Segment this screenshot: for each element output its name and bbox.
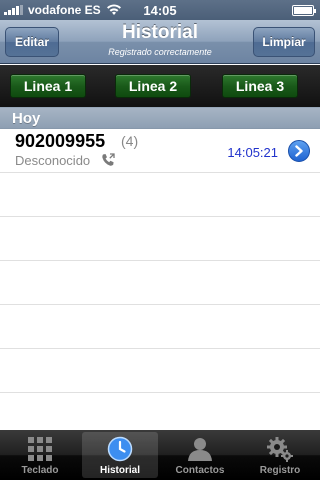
tab-history[interactable]: Historial (82, 432, 158, 478)
phone-icon (102, 153, 115, 166)
clear-button[interactable]: Limpiar (253, 27, 315, 57)
empty-row (0, 393, 320, 430)
gear-icon (267, 437, 293, 462)
tab-contacts[interactable]: Contactos (162, 432, 238, 478)
call-count: (4) (121, 133, 139, 149)
page-title: Historial (121, 22, 199, 43)
tab-label: Contactos (175, 465, 225, 476)
call-time: 14:05:21 (227, 145, 278, 160)
battery-icon (292, 5, 316, 16)
line-3-button[interactable]: Linea 3 (222, 74, 298, 98)
chevron-right-icon (295, 145, 303, 157)
line-selector-bar: Linea 1 Linea 2 Linea 3 (0, 65, 320, 107)
clock-icon (107, 436, 133, 462)
contact-icon (188, 438, 212, 461)
navigation-bar: Editar Historial Registrado correctament… (0, 20, 320, 64)
section-header-today: Hoy (0, 107, 320, 129)
status-bar: vodafone ES 14:05 (0, 0, 320, 20)
page-subtitle: Registrado correctamente (108, 47, 212, 57)
status-time: 14:05 (143, 2, 177, 18)
tab-label: Teclado (21, 465, 59, 476)
empty-row (0, 261, 320, 305)
empty-row (0, 173, 320, 217)
empty-row (0, 349, 320, 393)
line-2-button[interactable]: Linea 2 (115, 74, 191, 98)
empty-row (0, 305, 320, 349)
call-number: 902009955 (15, 131, 106, 151)
edit-button[interactable]: Editar (5, 27, 59, 57)
tab-bar: Teclado Historial Contactos Registro (0, 430, 320, 480)
tab-label: Historial (99, 465, 140, 476)
tab-registro[interactable]: Registro (242, 432, 318, 478)
call-label: Desconocido (15, 153, 91, 168)
call-list[interactable]: 902009955 (4) Desconocido 14:05:21 (0, 129, 320, 430)
line-1-button[interactable]: Linea 1 (10, 74, 86, 98)
tab-keypad[interactable]: Teclado (2, 432, 78, 478)
detail-disclosure-button[interactable] (288, 140, 310, 162)
keypad-icon (28, 437, 52, 461)
tab-label: Registro (259, 465, 301, 476)
call-row[interactable]: 902009955 (4) Desconocido 14:05:21 (0, 129, 320, 173)
empty-row (0, 217, 320, 261)
